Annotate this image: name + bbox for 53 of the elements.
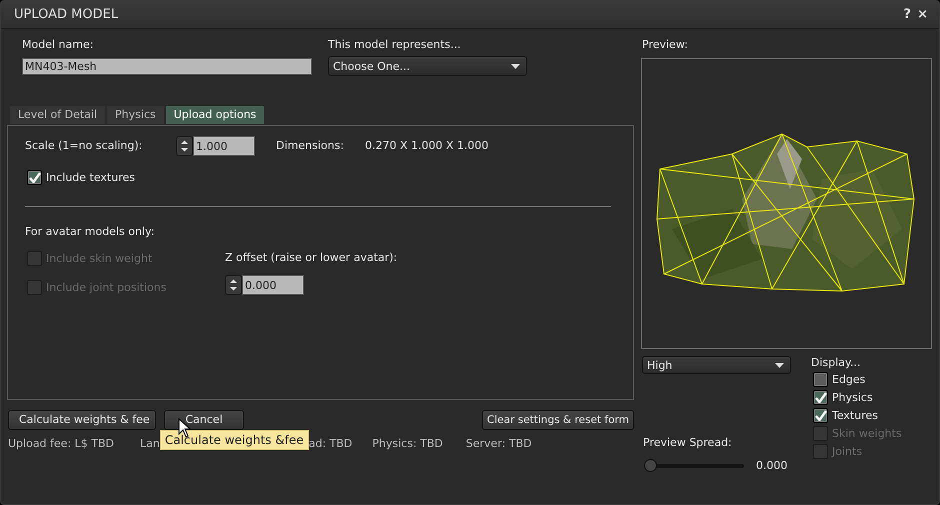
up-down-arrows-icon <box>229 278 238 292</box>
button[interactable]: Clear settings & reset form <box>482 410 634 430</box>
represents-dropdown[interactable]: Choose One... <box>328 56 527 76</box>
window-title: UPLOAD MODEL <box>14 6 120 22</box>
tab[interactable]: Upload options <box>164 105 266 125</box>
status-text: ad: TBD <box>308 436 352 450</box>
checkbox-label: Textures <box>832 409 878 422</box>
checkbox[interactable] <box>813 408 828 424</box>
caret-icon <box>511 64 520 69</box>
checkmark-icon <box>814 392 826 404</box>
checkbox-label: Joints <box>832 445 862 458</box>
checkbox[interactable] <box>813 372 828 388</box>
field-label: Dimensions: <box>276 139 345 153</box>
status-text: Lan <box>140 436 160 450</box>
up-down-arrows-icon <box>180 139 189 153</box>
field-label: Model name: <box>22 38 94 52</box>
field-label: Z offset (raise or lower avatar): <box>225 251 398 264</box>
status-text: Server: TBD <box>466 436 532 450</box>
section-heading: For avatar models only: <box>25 225 156 238</box>
checkbox-label: Skin weights <box>832 427 902 440</box>
checkbox-label: Edges <box>832 373 866 386</box>
field-label: This model represents... <box>328 38 462 52</box>
tooltip: Calculate weights &fee <box>160 430 309 450</box>
dimensions-value: 0.270 X 1.000 X 1.000 <box>365 139 489 153</box>
preview-label: Preview: <box>642 38 689 52</box>
checkbox[interactable] <box>813 390 828 406</box>
button[interactable]: Calculate weights & fee <box>8 410 156 430</box>
tab[interactable]: Level of Detail <box>9 105 106 125</box>
model-name-field[interactable]: MN403-Mesh <box>22 58 312 76</box>
lod-dropdown[interactable]: High <box>642 356 791 374</box>
checkbox-label: Include joint positions <box>46 281 166 294</box>
checkbox-label: Include textures <box>46 170 135 184</box>
checkmark-icon <box>814 410 826 422</box>
checkbox-label: Include skin weight <box>46 252 152 266</box>
caret-icon <box>775 362 784 368</box>
display-label: Display... <box>811 356 862 370</box>
button[interactable]: Cancel <box>164 410 244 430</box>
close-button[interactable]: × <box>914 6 931 22</box>
slider-thumb[interactable] <box>644 458 657 472</box>
field-label: Scale (1=no scaling): <box>25 139 144 153</box>
z-offset-field[interactable]: 0.000 <box>242 275 304 296</box>
help-button[interactable]: ? <box>900 6 914 22</box>
status-text: Upload fee: L$ TBD <box>8 436 114 450</box>
spinner-arrows[interactable] <box>176 136 193 156</box>
scale-field[interactable]: 1.000 <box>193 136 255 156</box>
status-text: Physics: TBD <box>372 436 443 450</box>
slider-label: Preview Spread: <box>643 436 733 450</box>
slider-value: 0.000 <box>756 459 788 473</box>
checkmark-icon <box>28 172 40 183</box>
checkbox[interactable] <box>27 170 42 185</box>
checkbox-label: Physics <box>832 391 873 404</box>
tab[interactable]: Physics <box>106 105 165 125</box>
spinner-arrows[interactable] <box>225 275 242 296</box>
